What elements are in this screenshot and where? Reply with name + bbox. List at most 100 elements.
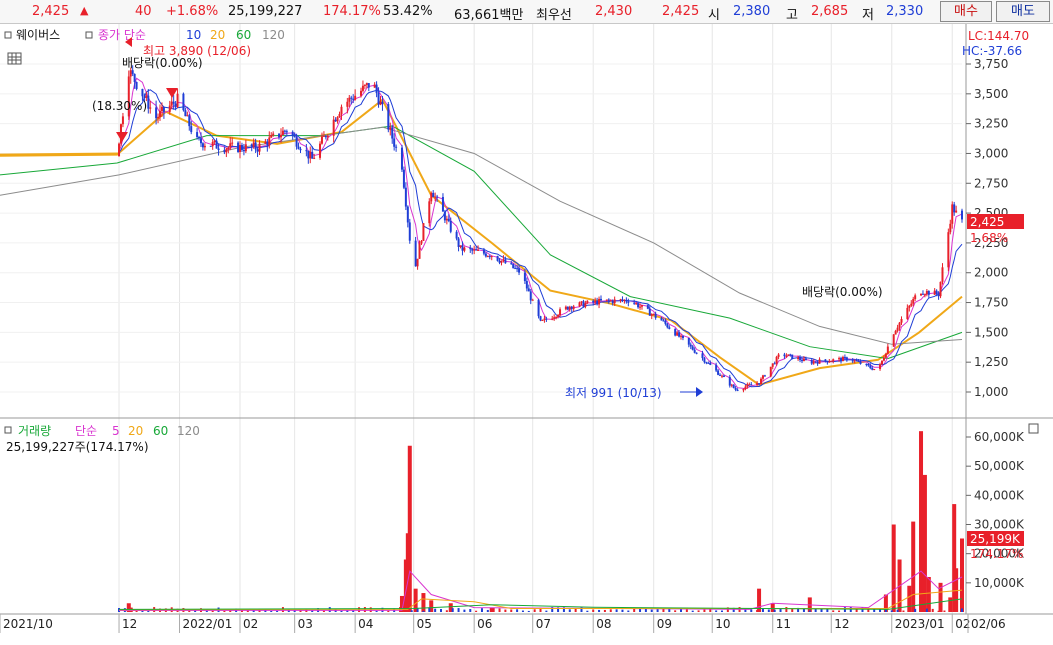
candle-body	[131, 70, 134, 74]
buy-button[interactable]: 매수	[940, 1, 992, 22]
candle-body	[313, 157, 316, 159]
price-tick-label: 3,250	[974, 117, 1008, 131]
candle-body	[912, 298, 915, 304]
candle-body	[802, 358, 805, 362]
candle-body	[826, 360, 829, 363]
candle-body	[720, 375, 723, 377]
volume-bar-small	[685, 609, 688, 612]
candle-body	[215, 140, 218, 149]
price-tick-label: 1,750	[974, 296, 1008, 310]
volume-bar-small	[223, 610, 226, 612]
candle-body	[264, 141, 267, 144]
candle-body	[594, 300, 597, 303]
candle-body	[715, 364, 718, 371]
candle-body	[654, 313, 657, 318]
candle-body	[473, 249, 476, 251]
candle-body	[190, 126, 193, 133]
candle-body	[389, 127, 392, 130]
candle-body	[742, 389, 745, 391]
volume-bar-small	[469, 609, 472, 612]
time-tick-label: 12	[834, 617, 849, 631]
candle-body	[141, 88, 144, 97]
candle-body	[605, 299, 608, 301]
candle-body	[463, 247, 466, 251]
candle-body	[662, 320, 665, 322]
candle-body	[800, 360, 803, 362]
dividend-annotation-2: 배당락(0.00%)	[802, 285, 883, 299]
up-arrow-icon: ▲	[80, 4, 89, 17]
candle-body	[559, 309, 562, 316]
candle-body	[326, 135, 329, 138]
candle-body	[471, 249, 474, 251]
candle-body	[285, 131, 288, 133]
candle-body	[900, 319, 903, 323]
candle-body	[873, 369, 876, 371]
candle-body	[664, 320, 667, 324]
price-tick-label: 1,000	[974, 385, 1008, 399]
volume-bar-small	[937, 610, 940, 612]
candle-body	[270, 135, 273, 138]
candle-body	[592, 300, 595, 303]
candle-body	[541, 320, 544, 322]
candle-body	[676, 332, 679, 336]
candle-body	[812, 361, 815, 364]
candle-body	[623, 299, 626, 301]
candle-body	[201, 143, 204, 148]
candle-body	[482, 249, 485, 254]
candle-body	[334, 119, 337, 122]
candle-body	[223, 149, 226, 153]
trade-amount: 63,661백만	[454, 8, 524, 23]
time-tick-label: 04	[358, 617, 373, 631]
table-icon[interactable]	[7, 52, 22, 65]
candle-body	[648, 308, 651, 316]
candle-body	[553, 317, 556, 319]
candle-body	[879, 364, 882, 370]
lc-value: LC:144.70	[968, 29, 1029, 43]
volume-bar-small	[750, 609, 753, 612]
stock-name[interactable]: 웨이버스	[16, 28, 60, 42]
volume-ratio: 174.17%	[323, 4, 381, 19]
hc-value: HC:-37.66	[962, 44, 1022, 58]
volume-ma-5: 5	[112, 424, 120, 438]
candle-body	[500, 260, 503, 263]
stock-chart[interactable]: 3,7503,5003,2503,0002,7502,5002,2502,000…	[0, 24, 1053, 645]
volume-bar-small	[270, 610, 273, 612]
flat-price-line	[0, 152, 120, 156]
volume-bar-small	[463, 609, 466, 612]
candle-body	[637, 303, 640, 308]
candle-body	[923, 294, 926, 296]
candle-body	[256, 149, 259, 152]
volume-bar-small	[375, 610, 378, 612]
open-price: 2,380	[733, 4, 771, 19]
candle-body	[159, 110, 162, 118]
volume-bar-small	[404, 610, 407, 612]
candle-body	[830, 361, 833, 363]
volume-ma-20: 20	[128, 424, 143, 438]
candle-body	[894, 330, 897, 335]
candle-body	[352, 98, 355, 100]
current-price: 2,425	[32, 4, 70, 19]
volume-bar-small	[767, 609, 770, 612]
candle-body	[490, 256, 493, 258]
expand-icon[interactable]	[1028, 423, 1039, 434]
candle-body	[947, 232, 950, 268]
sell-button[interactable]: 매도	[996, 1, 1050, 22]
candle-body	[896, 327, 899, 331]
candle-body	[838, 358, 841, 360]
candle-body	[818, 359, 821, 364]
candle-body	[828, 361, 831, 363]
volume-bar	[421, 593, 426, 612]
candle-body	[299, 148, 302, 151]
volume-bar-small	[598, 609, 601, 612]
candle-body	[771, 363, 774, 367]
volume-bar-small	[498, 608, 501, 612]
candle-body	[135, 82, 138, 89]
volume-bar-small	[609, 609, 612, 612]
price-tick-label: 3,000	[974, 146, 1008, 160]
price-change: 40	[135, 4, 152, 19]
candle-body	[281, 130, 284, 135]
best-bid: 2,430	[595, 4, 633, 19]
volume-bar-small	[715, 610, 718, 612]
time-tick-label: 08	[596, 617, 611, 631]
candle-body	[279, 134, 282, 138]
